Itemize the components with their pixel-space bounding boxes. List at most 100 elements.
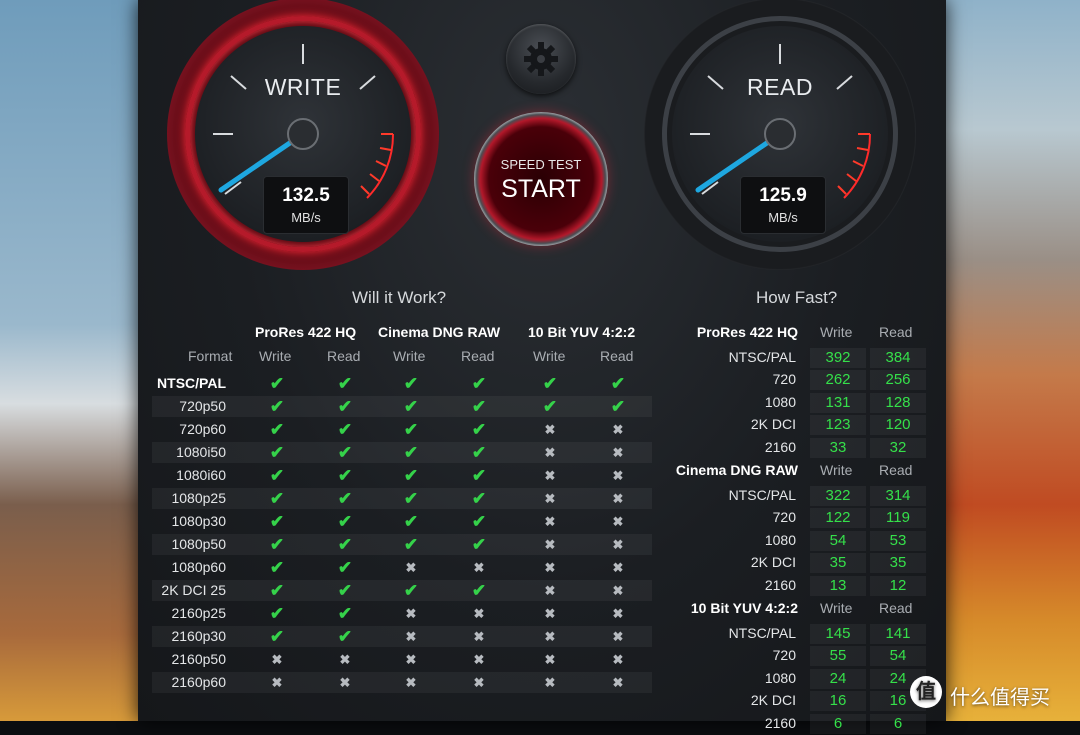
table-row: 1080i50 ✔ ✔ ✔ ✔ ✖ ✖ (152, 442, 652, 463)
check-icon: ✔ (337, 581, 353, 600)
format-column-header: Format (188, 348, 233, 364)
check-icon: ✔ (471, 512, 487, 531)
how-fast-row: 720 55 54 (660, 645, 930, 667)
cross-icon: ✖ (612, 537, 624, 552)
cross-icon: ✖ (612, 445, 624, 460)
how-fast-read-header: Read (879, 462, 913, 478)
write-speed-value: 24 (810, 668, 866, 689)
check-icon: ✔ (269, 466, 285, 485)
how-fast-row: NTSC/PAL 392 384 (660, 347, 930, 369)
cross-icon: ✖ (405, 675, 417, 690)
read-speed-value: 128 (870, 392, 926, 413)
format-label: 720 (772, 509, 796, 526)
write-speed-value: 392 (810, 348, 866, 368)
write-speed-value: 6 (810, 713, 866, 734)
cross-icon: ✖ (612, 675, 624, 690)
format-label: 2K DCI (750, 692, 796, 709)
format-label: 1080p50 (171, 536, 226, 552)
wallpaper-right (940, 0, 1080, 721)
format-label: 1080 (764, 393, 796, 410)
cross-icon: ✖ (544, 606, 556, 621)
cross-icon: ✖ (339, 652, 351, 667)
write-speed-value: 55 (810, 646, 866, 667)
check-icon: ✔ (403, 420, 419, 439)
format-label: 2160 (764, 714, 796, 731)
format-label: 2K DCI 25 (161, 582, 226, 598)
format-label: 2160p25 (171, 605, 226, 621)
cross-icon: ✖ (473, 629, 485, 644)
cross-icon: ✖ (544, 491, 556, 506)
check-icon: ✔ (542, 397, 558, 416)
format-label: 2160 (764, 438, 796, 455)
check-icon: ✔ (471, 535, 487, 554)
write-gauge: WRITE 132.5 MB/s (167, 0, 439, 270)
group-header-prores: ProRes 422 HQ (255, 324, 357, 340)
read-speed-value: 32 (870, 437, 926, 458)
write-speed-value: 123 (810, 415, 866, 436)
format-label: NTSC/PAL (728, 487, 796, 503)
table-row: 1080p60 ✔ ✔ ✖ ✖ ✖ ✖ (152, 557, 652, 578)
start-speed-test-button[interactable]: SPEED TEST START (474, 112, 608, 246)
format-label: 2160p30 (171, 628, 226, 644)
format-label: 1080p25 (171, 490, 226, 506)
read-speed-value: 53 (870, 530, 926, 551)
write-gauge-title: WRITE (264, 74, 342, 100)
format-label: 2K DCI (750, 554, 796, 571)
check-icon: ✔ (471, 374, 487, 393)
how-fast-row: 1080 131 128 (660, 392, 930, 414)
table-row: NTSC/PAL ✔ ✔ ✔ ✔ ✔ ✔ (152, 373, 652, 394)
table-row: 1080p50 ✔ ✔ ✔ ✔ ✖ ✖ (152, 534, 652, 555)
check-icon: ✔ (337, 512, 353, 531)
table-row: 1080p30 ✔ ✔ ✔ ✔ ✖ ✖ (152, 511, 652, 532)
table-row: 720p50 ✔ ✔ ✔ ✔ ✔ ✔ (152, 396, 652, 417)
cross-icon: ✖ (544, 675, 556, 690)
check-icon: ✔ (403, 443, 419, 462)
check-icon: ✔ (337, 627, 353, 646)
table-row: 2160p30 ✔ ✔ ✖ ✖ ✖ ✖ (152, 626, 652, 647)
watermark-logo: 值 (910, 676, 942, 708)
check-icon: ✔ (610, 397, 626, 416)
write-speed-value: 145 (810, 624, 866, 644)
check-icon: ✔ (337, 443, 353, 462)
how-fast-row: NTSC/PAL 145 141 (660, 623, 930, 645)
check-icon: ✔ (337, 489, 353, 508)
how-fast-write-header: Write (820, 600, 853, 616)
cross-icon: ✖ (544, 629, 556, 644)
table-row: 2160p50 ✖ ✖ ✖ ✖ ✖ ✖ (152, 649, 652, 670)
how-fast-read-header: Read (879, 600, 913, 616)
cross-icon: ✖ (544, 468, 556, 483)
group-header-10bit-yuv: 10 Bit YUV 4:2:2 (528, 324, 636, 340)
read-speed-value: 119 (870, 508, 926, 529)
check-icon: ✔ (403, 466, 419, 485)
settings-button[interactable] (506, 24, 576, 94)
read-speed-value: 141 (870, 624, 926, 644)
how-fast-row: 720 122 119 (660, 507, 930, 529)
check-icon: ✔ (337, 535, 353, 554)
format-label: 1080p30 (171, 513, 226, 529)
format-label: 1080p60 (171, 559, 226, 575)
read-speed-value: 314 (870, 486, 926, 506)
format-label: 2160p50 (171, 651, 226, 667)
check-icon: ✔ (269, 581, 285, 600)
how-fast-row: 1080 54 53 (660, 530, 930, 552)
format-label: 1080i60 (176, 467, 226, 483)
check-icon: ✔ (269, 535, 285, 554)
cross-icon: ✖ (612, 422, 624, 437)
cross-icon: ✖ (544, 445, 556, 460)
format-label: 2160 (764, 576, 796, 593)
write-speed-value: 16 (810, 691, 866, 712)
read-speed-value: 6 (870, 713, 926, 734)
check-icon: ✔ (403, 489, 419, 508)
read-gauge: READ 125.9 MB/s (644, 0, 916, 270)
check-icon: ✔ (403, 374, 419, 393)
check-icon: ✔ (269, 397, 285, 416)
write-speed-value: 322 (810, 486, 866, 506)
check-icon: ✔ (337, 558, 353, 577)
write-value: 132.5 (282, 185, 330, 206)
col-header-read: Read (327, 348, 361, 364)
col-header-write: Write (393, 348, 426, 364)
table-row: 2160p25 ✔ ✔ ✖ ✖ ✖ ✖ (152, 603, 652, 624)
cross-icon: ✖ (473, 606, 485, 621)
col-header-read: Read (461, 348, 495, 364)
check-icon: ✔ (403, 512, 419, 531)
